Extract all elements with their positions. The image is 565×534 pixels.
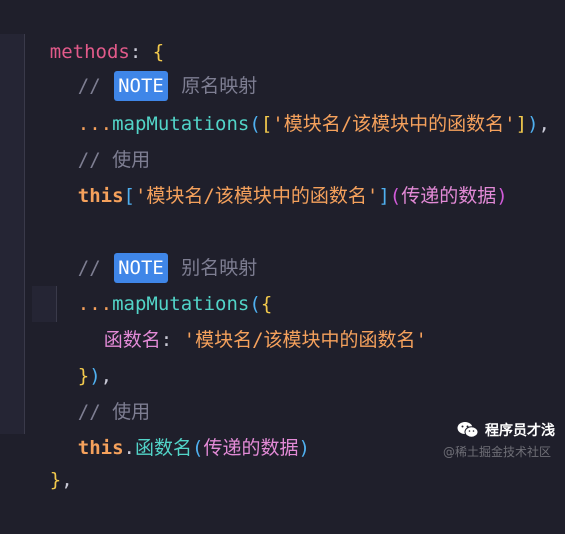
open-paren: ( <box>389 185 402 207</box>
colon: : <box>160 329 184 351</box>
close-paren: ) <box>527 113 539 135</box>
wechat-icon <box>457 421 479 439</box>
code-editor[interactable]: methods: { // NOTE 原名映射 ...mapMutations(… <box>0 0 565 491</box>
open-paren: ( <box>192 437 204 459</box>
code-line-3: ...mapMutations(['模块名/该模块中的函数名']), <box>32 70 550 135</box>
object-key: 函数名 <box>103 329 161 351</box>
close-brace: } <box>49 469 62 491</box>
this-keyword: this <box>77 185 124 207</box>
code-line-8: ...mapMutations({ <box>32 250 273 315</box>
string-literal: '模块名/该模块中的函数名' <box>272 113 516 135</box>
watermark: 程序员才浅 <box>457 420 555 440</box>
string-literal: '模块名/该模块中的函数名' <box>134 185 379 207</box>
function-name: 函数名 <box>134 437 192 459</box>
this-keyword: this <box>77 437 124 459</box>
code-line-12: this.函数名(传递的数据) <box>32 394 310 459</box>
close-paren: ) <box>298 437 310 459</box>
close-bracket: ] <box>378 185 390 207</box>
open-bracket: [ <box>260 113 273 135</box>
code-line-4: // 使用 <box>32 106 150 171</box>
close-bracket: ] <box>515 113 528 135</box>
code-line-2: // NOTE 原名映射 <box>32 32 257 101</box>
code-line-7: // NOTE 别名映射 <box>32 214 257 283</box>
code-line-13: }, <box>4 426 73 491</box>
dot: . <box>123 437 135 459</box>
watermark-subtitle: @稀土掘金技术社区 <box>442 445 551 459</box>
comma: , <box>538 113 550 135</box>
code-line-5: this['模块名/该模块中的函数名'](传递的数据) <box>32 142 508 207</box>
code-line-9: 函数名: '模块名/该模块中的函数名' <box>58 286 427 351</box>
watermark-title: 程序员才浅 <box>485 423 555 439</box>
call-args: 传递的数据 <box>203 437 299 459</box>
open-bracket: [ <box>123 185 135 207</box>
code-line-11: // 使用 <box>32 358 150 423</box>
code-line-10: }), <box>32 322 112 387</box>
call-args: 传递的数据 <box>401 185 497 207</box>
string-literal: '模块名/该模块中的函数名' <box>183 329 427 351</box>
comma: , <box>61 469 73 491</box>
close-paren: ) <box>496 185 508 207</box>
code-line-1: methods: { <box>4 0 164 63</box>
open-paren: ( <box>249 113 261 135</box>
